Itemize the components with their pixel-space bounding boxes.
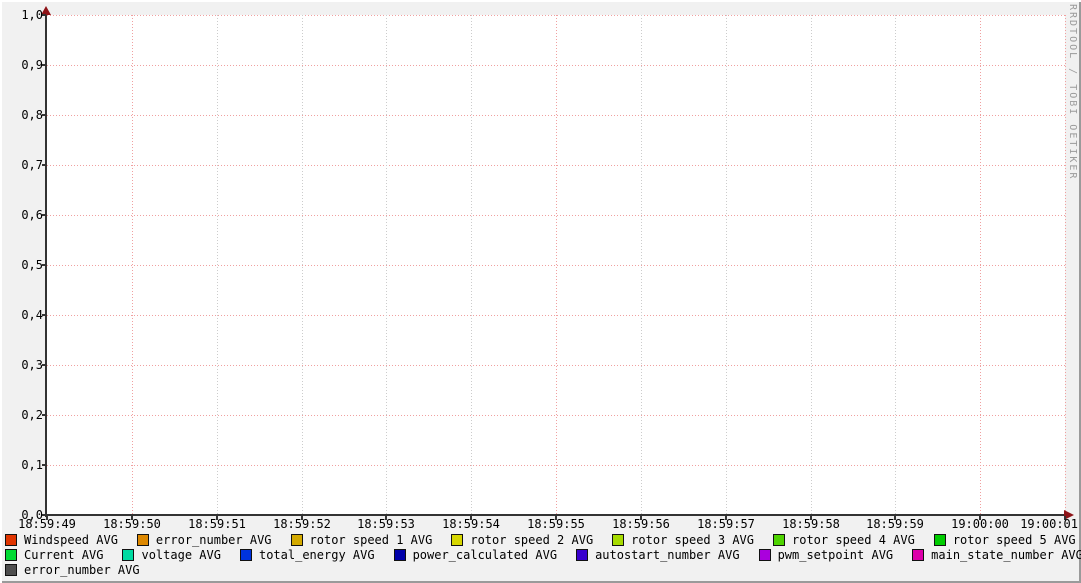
legend-label: pwm_setpoint AVG (778, 549, 894, 561)
legend-item: pwm_setpoint AVG (759, 549, 894, 561)
x-tick-label: 18:59:52 (273, 518, 331, 530)
gridline-vertical (895, 15, 896, 515)
x-tick-label: 18:59:53 (357, 518, 415, 530)
legend-item: Current AVG (5, 549, 103, 561)
watermark-text: RRDTOOL / TOBI OETIKER (1067, 4, 1078, 180)
legend-row: error_number AVG (5, 562, 1079, 577)
gridline-vertical (302, 15, 303, 515)
legend-label: rotor speed 2 AVG (470, 534, 593, 546)
legend-swatch (291, 534, 303, 546)
legend-item: autostart_number AVG (576, 549, 740, 561)
x-tick-label: 19:00:01 (1020, 518, 1078, 530)
gridline-vertical-major (556, 15, 557, 515)
y-tick-label: 0,8 (2, 109, 43, 121)
legend-swatch (612, 534, 624, 546)
legend-label: error_number AVG (24, 564, 140, 576)
gridline-vertical (811, 15, 812, 515)
legend-label: Current AVG (24, 549, 103, 561)
x-tick-label: 18:59:56 (612, 518, 670, 530)
legend-item: voltage AVG (122, 549, 220, 561)
legend-swatch (912, 549, 924, 561)
legend-swatch (773, 534, 785, 546)
y-tick-label: 0,9 (2, 59, 43, 71)
legend-item: error_number AVG (5, 564, 140, 576)
y-axis (45, 8, 47, 517)
legend-swatch (934, 534, 946, 546)
legend-label: rotor speed 1 AVG (310, 534, 433, 546)
legend-item: Windspeed AVG (5, 534, 118, 546)
legend-item: rotor speed 4 AVG (773, 534, 915, 546)
gridline-vertical-major (1065, 15, 1066, 515)
legend-row: Current AVG voltage AVG total_energy AVG po… (5, 547, 1079, 562)
legend-swatch (5, 549, 17, 561)
legend-label: main_state_number AVG (931, 549, 1081, 561)
y-tick-label: 0,4 (2, 309, 43, 321)
y-tick-label: 0,1 (2, 459, 43, 471)
legend-swatch (122, 549, 134, 561)
x-tick-label: 18:59:55 (527, 518, 585, 530)
x-tick-label: 18:59:54 (442, 518, 500, 530)
y-tick-label: 0,5 (2, 259, 43, 271)
gridline-vertical (471, 15, 472, 515)
legend-swatch (576, 549, 588, 561)
legend-item: power_calculated AVG (394, 549, 558, 561)
legend-item: error_number AVG (137, 534, 272, 546)
legend-item: rotor speed 1 AVG (291, 534, 433, 546)
x-tick-label: 18:59:57 (697, 518, 755, 530)
legend-swatch (394, 549, 406, 561)
legend-swatch (5, 534, 17, 546)
y-tick-label: 0,6 (2, 209, 43, 221)
legend-swatch (759, 549, 771, 561)
x-tick-label: 18:59:51 (188, 518, 246, 530)
legend-item: rotor speed 5 AVG (934, 534, 1076, 546)
legend-swatch (137, 534, 149, 546)
legend-item: main_state_number AVG (912, 549, 1081, 561)
x-tick-label: 18:59:49 (18, 518, 76, 530)
x-tick-label: 19:00:00 (951, 518, 1009, 530)
legend-label: rotor speed 4 AVG (792, 534, 915, 546)
x-tick-label: 18:59:59 (866, 518, 924, 530)
legend-item: total_energy AVG (240, 549, 375, 561)
legend-swatch (5, 564, 17, 576)
legend-label: voltage AVG (141, 549, 220, 561)
gridline-vertical (641, 15, 642, 515)
legend-label: rotor speed 5 AVG (953, 534, 1076, 546)
y-tick-label: 1,0 (2, 9, 43, 21)
legend-row: Windspeed AVG error_number AVG rotor speed… (5, 532, 1079, 547)
legend-label: rotor speed 3 AVG (631, 534, 754, 546)
legend-swatch (240, 549, 252, 561)
gridline-vertical (217, 15, 218, 515)
legend-label: Windspeed AVG (24, 534, 118, 546)
legend-label: power_calculated AVG (413, 549, 558, 561)
legend-swatch (451, 534, 463, 546)
rrdtool-graph: 0,00,10,20,30,40,50,60,70,80,91,018:59:4… (0, 0, 1081, 583)
gridline-vertical (726, 15, 727, 515)
legend-item: rotor speed 3 AVG (612, 534, 754, 546)
legend-label: error_number AVG (156, 534, 272, 546)
legend: Windspeed AVG error_number AVG rotor speed… (5, 532, 1079, 577)
gridline-vertical-major (132, 15, 133, 515)
x-tick-label: 18:59:58 (782, 518, 840, 530)
gridline-vertical (386, 15, 387, 515)
legend-label: total_energy AVG (259, 549, 375, 561)
y-tick-label: 0,3 (2, 359, 43, 371)
x-tick-label: 18:59:50 (103, 518, 161, 530)
y-tick-label: 0,2 (2, 409, 43, 421)
y-tick-label: 0,7 (2, 159, 43, 171)
legend-label: autostart_number AVG (595, 549, 740, 561)
legend-item: rotor speed 2 AVG (451, 534, 593, 546)
gridline-vertical-major (980, 15, 981, 515)
